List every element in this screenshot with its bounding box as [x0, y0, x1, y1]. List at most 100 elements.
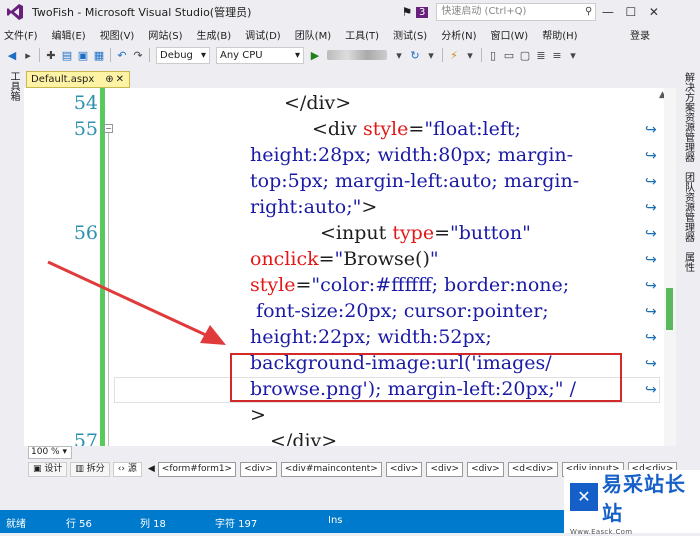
chevron-down-icon[interactable]: ▾ — [462, 49, 478, 62]
code-line: right:auto;"> — [250, 196, 377, 218]
breadcrumb-item[interactable]: <div> — [467, 461, 504, 477]
minimize-button[interactable]: — — [596, 5, 619, 19]
login-link[interactable]: 登录 — [630, 27, 650, 42]
status-line: 行 56 — [66, 519, 92, 530]
menu-team[interactable]: 团队(M) — [295, 27, 331, 42]
scrollbar-thumb[interactable] — [666, 288, 673, 330]
close-icon[interactable]: ✕ — [116, 74, 126, 85]
menu-help[interactable]: 帮助(H) — [542, 27, 577, 42]
properties-tab[interactable]: 属性 — [681, 252, 696, 272]
breadcrumb-left-arrow-icon[interactable]: ◀ — [148, 464, 155, 474]
menu-build[interactable]: 生成(B) — [197, 27, 232, 42]
code-line: style="color:#ffffff; border:none; — [250, 274, 569, 296]
word-wrap-icon: ↪ — [645, 200, 657, 216]
code-line: font-size:20px; cursor:pointer; — [250, 300, 549, 322]
refresh-icon[interactable]: ↻ — [407, 49, 423, 62]
vertical-scrollbar[interactable] — [664, 88, 676, 446]
notification-flag-icon[interactable]: ⚑ — [398, 5, 416, 19]
menu-edit[interactable]: 编辑(E) — [52, 27, 86, 42]
code-token: type — [392, 222, 435, 244]
format-icon[interactable]: ▯ — [485, 49, 501, 62]
menu-test[interactable]: 测试(S) — [393, 27, 427, 42]
breadcrumb-item[interactable]: <div#maincontent> — [280, 461, 382, 477]
menu-view[interactable]: 视图(V) — [100, 27, 135, 42]
pin-icon[interactable]: ⊕ — [105, 74, 115, 85]
code-token: > — [361, 196, 378, 218]
change-tracking-bar — [100, 88, 105, 446]
configuration-dropdown[interactable]: Debug ▾ — [156, 46, 210, 64]
maximize-button[interactable]: ☐ — [619, 5, 642, 19]
breadcrumb-item[interactable]: <form#form1> — [157, 461, 237, 477]
chevron-down-icon[interactable]: ▾ — [423, 49, 439, 62]
team-explorer-tab[interactable]: 团队资源管理器 — [681, 172, 696, 242]
code-token: = — [408, 118, 425, 140]
toolbox-tab[interactable]: 工具箱 — [6, 71, 21, 101]
source-view-button[interactable]: ‹› 源 — [112, 461, 142, 477]
watermark-logo-icon: ✕ — [570, 482, 598, 511]
forward-icon[interactable]: ▸ — [20, 49, 36, 62]
code-token: <input — [320, 222, 393, 244]
code-token: = — [434, 222, 451, 244]
tab-default-aspx[interactable]: Default.aspx ⊕✕ — [26, 71, 130, 88]
back-icon[interactable]: ◀ — [4, 49, 20, 62]
document-icon[interactable]: ▭ — [501, 49, 517, 62]
toolbar-separator — [442, 48, 443, 62]
code-token: style — [362, 118, 409, 140]
save-all-icon[interactable]: ▦ — [91, 49, 107, 62]
menu-analyze[interactable]: 分析(N) — [441, 27, 476, 42]
redo-icon[interactable]: ↷ — [130, 49, 146, 62]
menu-tools[interactable]: 工具(T) — [345, 27, 379, 42]
code-line: > — [250, 404, 266, 426]
design-view-button[interactable]: ▣ 设计 — [28, 461, 68, 477]
menu-window[interactable]: 窗口(W) — [491, 27, 529, 42]
line-number: 57 — [73, 430, 98, 446]
site-watermark: ✕ 易采站长站 Www.Easck.Com — [564, 470, 700, 536]
breadcrumb-item[interactable]: <d<div> — [507, 461, 558, 477]
code-line: <input type="button" — [320, 222, 531, 244]
chevron-down-icon[interactable]: ▾ — [391, 49, 407, 62]
breadcrumb-item[interactable]: <div> — [240, 461, 277, 477]
zoom-bar: 100 % ▾ — [24, 446, 676, 460]
code-line: <div style="float:left; — [312, 118, 521, 140]
toolbar-separator — [39, 48, 40, 62]
quick-launch-input[interactable]: 快速启动 (Ctrl+Q) ⚲ — [436, 3, 597, 21]
menu-debug[interactable]: 调试(D) — [245, 27, 281, 42]
collapse-outline-icon[interactable]: − — [104, 124, 113, 133]
chevron-down-icon: ▾ — [200, 49, 206, 61]
code-token: > — [250, 404, 266, 426]
blurred-browser-name — [327, 50, 387, 60]
open-file-icon[interactable]: ▤ — [59, 49, 75, 62]
save-icon[interactable]: ▣ — [75, 49, 91, 62]
code-token: "button" — [450, 222, 531, 244]
code-token: right:auto;" — [250, 196, 362, 218]
close-window-button[interactable]: ✕ — [642, 5, 665, 19]
word-wrap-icon: ↪ — [645, 278, 657, 294]
status-insert-mode: Ins — [328, 515, 343, 526]
browser-link-icon[interactable]: ⚡ — [446, 49, 462, 62]
indent-icon[interactable]: ≡ — [549, 49, 565, 62]
platform-dropdown[interactable]: Any CPU ▾ — [216, 46, 304, 64]
status-ready: 就绪 — [6, 519, 26, 530]
right-dock: 解决方案资源管理器 团队资源管理器 属性 — [676, 66, 700, 510]
split-view-button[interactable]: ▥ 拆分 — [70, 461, 110, 477]
new-project-icon[interactable]: ✚ — [43, 49, 59, 62]
zoom-level-dropdown[interactable]: 100 % ▾ — [28, 446, 72, 459]
breadcrumb-item[interactable]: <div> — [426, 461, 464, 477]
window-title: TwoFish - Microsoft Visual Studio(管理员) — [32, 6, 252, 19]
menu-website[interactable]: 网站(S) — [148, 27, 182, 42]
solution-explorer-tab[interactable]: 解决方案资源管理器 — [681, 72, 696, 162]
left-dock: 工具箱 — [0, 66, 24, 510]
word-wrap-icon: ↪ — [645, 226, 657, 242]
word-wrap-icon: ↪ — [645, 356, 657, 372]
watermark-name: 易采站长站 — [602, 471, 686, 525]
outdent-icon[interactable]: ≣ — [533, 49, 549, 62]
comment-icon[interactable]: ▢ — [517, 49, 533, 62]
toolbar-options-icon[interactable]: ▾ — [565, 49, 581, 62]
breadcrumb-item[interactable]: <div> — [385, 461, 423, 477]
menu-file[interactable]: 文件(F) — [4, 27, 38, 42]
undo-icon[interactable]: ↶ — [114, 49, 130, 62]
visual-studio-logo-icon — [0, 0, 30, 24]
start-debugging-icon[interactable]: ▶ — [307, 49, 323, 62]
code-token: </div> — [270, 430, 338, 446]
notification-badge[interactable]: 3 — [416, 6, 429, 18]
